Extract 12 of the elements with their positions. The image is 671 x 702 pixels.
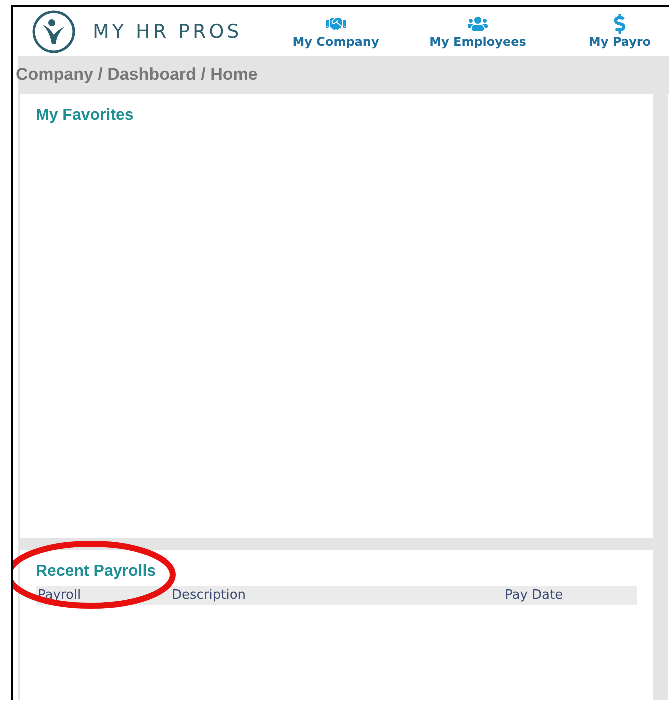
nav-item[interactable]: My Payro xyxy=(549,14,669,49)
logo-icon xyxy=(32,10,76,54)
nav-item[interactable]: My Company xyxy=(265,14,407,49)
panel-title: My Favorites xyxy=(36,107,135,125)
panel-title: Recent Payrolls xyxy=(36,563,158,581)
users-icon xyxy=(468,14,488,34)
nav-item[interactable]: My Employees xyxy=(407,14,549,49)
column-header: Pay Date xyxy=(504,588,564,603)
logo-text: MY HR PROS xyxy=(93,20,244,42)
breadcrumb: Company / Dashboard / Home xyxy=(16,65,258,85)
column-header: Description xyxy=(171,588,248,603)
column-header: Payroll xyxy=(37,588,82,603)
